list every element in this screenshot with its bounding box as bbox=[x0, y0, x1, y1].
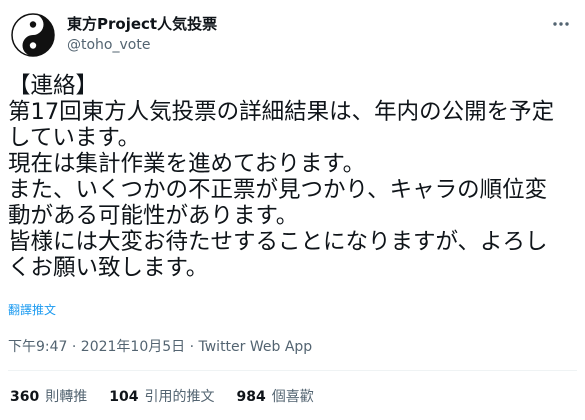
tweet-line: 現在は集計作業を進めております。 bbox=[8, 151, 366, 177]
tweet-timestamp[interactable]: 下午9:47 · 2021年10月5日 · Twitter Web App bbox=[8, 338, 312, 356]
more-icon[interactable] bbox=[551, 14, 571, 34]
tweet-line: 動がある可能性があります。 bbox=[8, 203, 299, 229]
likes-stat[interactable]: 984 個喜歡 bbox=[236, 388, 313, 406]
likes-count: 984 bbox=[236, 389, 266, 405]
retweets-stat[interactable]: 360 則轉推 bbox=[10, 388, 87, 406]
quotes-count: 104 bbox=[109, 389, 139, 405]
user-handle[interactable]: @toho_vote bbox=[67, 36, 150, 54]
tweet-line: 第17回東方人気投票の詳細結果は、年内の公開を予定 bbox=[8, 99, 555, 125]
yin-yang-icon bbox=[9, 11, 57, 59]
tweet-stats: 360 則轉推 104 引用的推文 984 個喜歡 bbox=[10, 388, 314, 406]
tweet-text: 【連絡】 第17回東方人気投票の詳細結果は、年内の公開を予定 しています。 現在… bbox=[8, 73, 578, 281]
likes-label: 個喜歡 bbox=[271, 389, 314, 405]
quotes-stat[interactable]: 104 引用的推文 bbox=[109, 388, 214, 406]
avatar[interactable] bbox=[9, 11, 57, 59]
tweet-line: 【連絡】 bbox=[8, 73, 99, 99]
display-name[interactable]: 東方Project人気投票 bbox=[67, 14, 217, 34]
quotes-label: 引用的推文 bbox=[144, 389, 215, 405]
retweets-label: 則轉推 bbox=[45, 389, 88, 405]
divider bbox=[8, 370, 577, 371]
translate-tweet-link[interactable]: 翻譯推文 bbox=[8, 302, 56, 318]
tweet-line: また、いくつかの不正票が見つかり、キャラの順位変 bbox=[8, 177, 548, 203]
tweet-line: 皆様には大変お待たせすることになりますが、よろし bbox=[8, 229, 548, 255]
tweet-line: しています。 bbox=[8, 125, 141, 151]
tweet-line: くお願い致します。 bbox=[8, 255, 209, 281]
retweets-count: 360 bbox=[10, 389, 40, 405]
